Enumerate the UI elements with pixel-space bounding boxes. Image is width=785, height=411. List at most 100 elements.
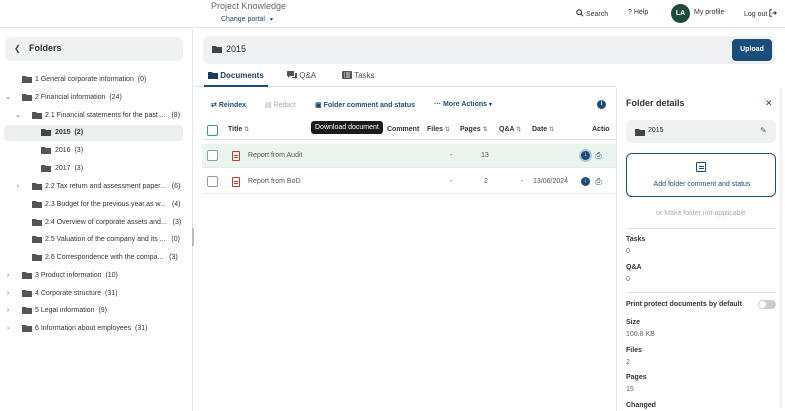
chevron-right-icon[interactable]: › (4, 321, 12, 337)
pdf-file-icon (232, 177, 240, 187)
chevron-right-icon[interactable]: › (4, 303, 12, 319)
row-checkbox[interactable] (207, 176, 218, 187)
print-protect-toggle[interactable] (758, 300, 776, 309)
folder-item-selected[interactable]: 2015 (2) (4, 125, 183, 141)
change-portal-button[interactable]: Change portal ▾ (221, 16, 273, 23)
edit-icon[interactable]: ✎ (760, 126, 767, 135)
document-title[interactable]: Report from BoD (248, 178, 301, 185)
folder-count: (9) (98, 307, 107, 314)
folder-item[interactable]: › 3 Product information (10) (0, 268, 190, 284)
print-icon[interactable]: ⎙ (594, 151, 603, 160)
folder-count: (8) (171, 112, 181, 119)
folder-item[interactable]: › 4 Corporate structure (31) (0, 286, 190, 302)
chevron-down-icon[interactable]: ⌄ (14, 108, 22, 124)
sort-icon: ⇅ (482, 127, 488, 133)
column-qa[interactable]: Q&A ⇅ (499, 126, 521, 133)
sort-icon: ⇅ (444, 127, 450, 133)
folder-item[interactable]: 2.6 Correspondence with the compa... (3) (0, 250, 190, 266)
sort-icon: ⇅ (244, 127, 250, 133)
folder-icon (41, 147, 51, 154)
folder-item[interactable]: › 2.2 Tax return and assessment paper...… (0, 179, 190, 195)
reindex-icon: ⇄ (211, 102, 217, 109)
chevron-down-icon[interactable]: ⌄ (4, 90, 12, 106)
column-comment[interactable]: Comment (387, 126, 419, 133)
download-tooltip: Download document (311, 121, 383, 134)
folder-item[interactable]: ⌄ 2.1 Financial statements for the past … (0, 108, 190, 124)
close-icon[interactable]: ✕ (765, 98, 773, 109)
qa-value: 0 (626, 276, 630, 283)
row-checkbox[interactable] (207, 150, 218, 161)
info-icon[interactable]: i (597, 100, 606, 109)
folder-count: (0) (171, 236, 180, 243)
help-button[interactable]: ? Help (628, 9, 648, 16)
column-date[interactable]: Date ⇅ (532, 126, 554, 133)
chevron-right-icon[interactable]: › (14, 179, 22, 195)
pages-label: Pages (626, 374, 647, 381)
download-icon[interactable]: ↓ (581, 177, 590, 186)
my-profile-link[interactable]: My profile (694, 9, 724, 16)
folder-item[interactable]: 2.5 Valuation of the company and its ...… (0, 232, 190, 248)
redact-button[interactable]: ▤ Redact (265, 101, 296, 109)
tab-documents[interactable]: Documents (208, 71, 264, 80)
table-row[interactable]: Report from BoD - 2 - 13/06/2024 ↓ ⎙ (202, 170, 616, 194)
document-title[interactable]: Report from Audit (248, 152, 302, 159)
logout-button[interactable]: Log out (744, 9, 778, 18)
folders-header[interactable]: ❮ Folders (5, 37, 183, 61)
add-folder-comment-button[interactable]: Add folder comment and status (626, 153, 776, 197)
panel-scrollbar[interactable] (779, 88, 783, 408)
folder-label: 2.4 Overview of corporate assets and... (45, 219, 167, 226)
folder-item[interactable]: › 5 Legal information (9) (0, 303, 190, 319)
folder-count: (2) (74, 129, 84, 136)
tab-label: Q&A (299, 71, 317, 80)
folder-icon (32, 254, 42, 261)
select-all-checkbox[interactable] (207, 125, 218, 136)
folder-item[interactable]: 2.4 Overview of corporate assets and... … (0, 215, 190, 231)
folders-title: Folders (29, 43, 62, 53)
folder-icon (41, 129, 51, 136)
folder-count: (3) (172, 219, 182, 226)
tasks-label: Tasks (626, 236, 646, 243)
panel-folder-name: 2015 ✎ (626, 120, 776, 143)
column-title[interactable]: Title ⇅ (228, 126, 249, 133)
tab-tasks[interactable]: Tasks (342, 71, 375, 80)
download-icon[interactable]: ↓ (581, 151, 590, 160)
folder-details-panel: Folder details ✕ 2015 ✎ Add folder comme… (616, 88, 785, 411)
print-icon[interactable]: ⎙ (594, 177, 603, 186)
folder-item[interactable]: › 6 Information about employees (31) (0, 321, 190, 337)
search-button[interactable]: Search (576, 9, 608, 18)
column-pages[interactable]: Pages ⇅ (460, 126, 488, 133)
document-qa: - (521, 178, 524, 185)
folder-icon (32, 201, 42, 208)
folder-comment-button[interactable]: ▣ Folder comment and status (315, 101, 415, 109)
folder-item[interactable]: 1 General corporate information (0) (0, 72, 190, 88)
folder-item[interactable]: 2017 (3) (0, 161, 190, 177)
chevron-left-icon[interactable]: ❮ (14, 44, 21, 53)
app-title: Project Knowledge (211, 1, 287, 11)
reindex-button[interactable]: ⇄ Reindex (211, 101, 246, 109)
folder-item[interactable]: 2.3 Budget for the previous year,as w...… (0, 197, 190, 213)
folder-icon (208, 72, 218, 79)
column-files[interactable]: Files ⇅ (427, 126, 450, 133)
upload-button[interactable]: Upload (732, 39, 772, 61)
folder-count: (0) (137, 76, 147, 83)
avatar[interactable]: LA (671, 4, 690, 23)
folder-count: (31) (135, 325, 148, 332)
document-files: - (450, 152, 453, 159)
folder-item[interactable]: ⌄ 2 Financial information (24) (0, 90, 190, 106)
document-pages: 2 (484, 178, 488, 185)
more-actions-button[interactable]: ··· More Actions ▾ (434, 101, 492, 108)
folder-label: 2015 (55, 129, 71, 136)
folder-icon (22, 76, 32, 83)
files-label: Files (626, 347, 642, 354)
chevron-right-icon[interactable]: › (4, 286, 12, 302)
chevron-right-icon[interactable]: › (4, 268, 12, 284)
tab-qa[interactable]: Q&A (287, 71, 316, 80)
make-not-applicable-link[interactable]: or Make folder not applicable (626, 210, 776, 217)
folder-icon (212, 46, 222, 53)
table-row[interactable]: Report from Audit - 13 ↓ ⎙ (202, 144, 616, 168)
search-label: Search (585, 11, 609, 18)
folders-sidebar: ❮ Folders 1 General corporate informatio… (0, 29, 193, 411)
folder-name: 2015 (648, 127, 664, 134)
tab-label: Tasks (354, 71, 375, 80)
folder-item[interactable]: 2016 (3) (0, 143, 190, 159)
